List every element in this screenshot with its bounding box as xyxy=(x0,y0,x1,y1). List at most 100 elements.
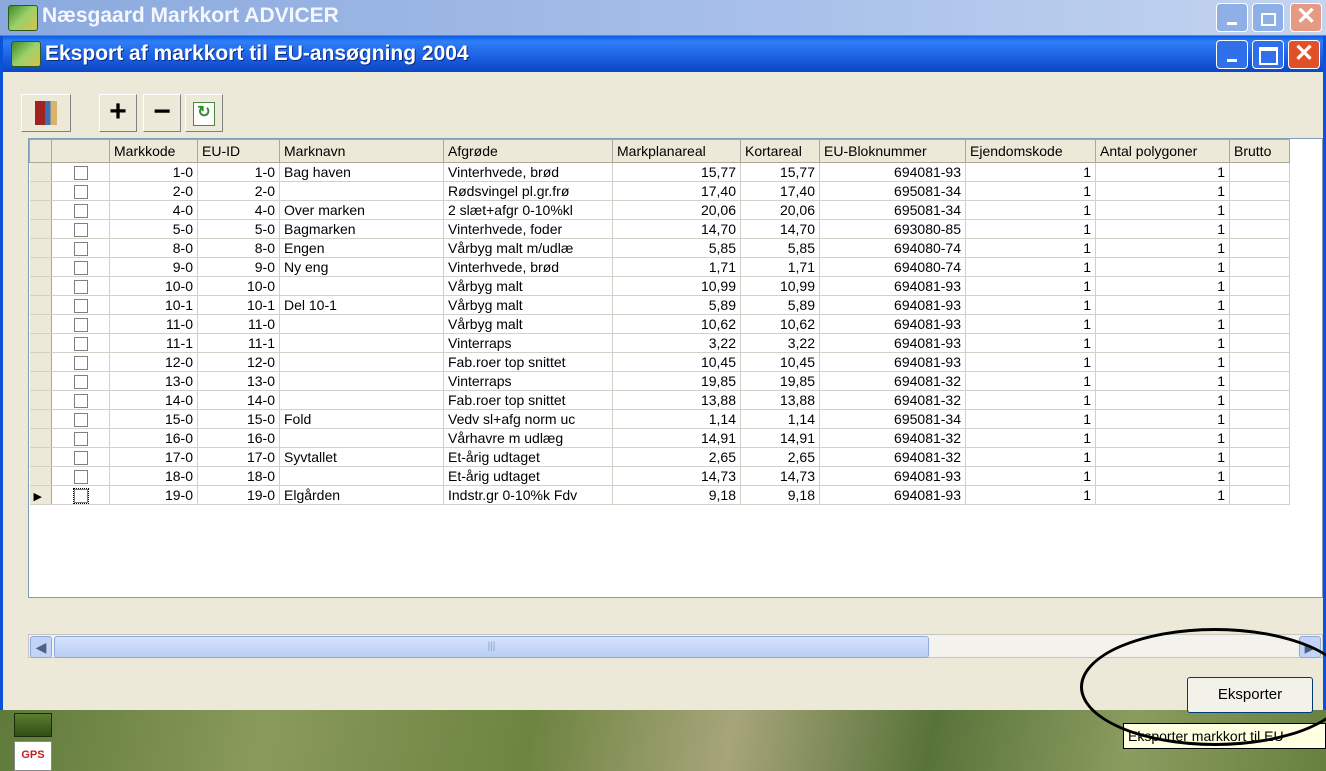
table-cell[interactable]: 1 xyxy=(965,181,1096,201)
table-cell[interactable]: 1,71 xyxy=(740,257,820,277)
row-checkbox[interactable] xyxy=(73,242,88,257)
row-checkbox[interactable] xyxy=(72,488,89,504)
table-cell[interactable]: 19,85 xyxy=(612,371,741,391)
table-cell[interactable]: 1 xyxy=(965,162,1096,182)
row-checkbox[interactable] xyxy=(73,356,88,371)
row-indicator[interactable] xyxy=(29,371,52,391)
table-cell[interactable]: 694081-32 xyxy=(819,428,966,448)
table-cell[interactable]: 14-0 xyxy=(197,390,280,410)
field-grid[interactable]: Markkode EU-ID Marknavn Afgrøde Markplan… xyxy=(28,138,1323,598)
table-cell[interactable] xyxy=(1229,181,1290,201)
table-cell[interactable]: 17,40 xyxy=(612,181,741,201)
window-close-button[interactable]: ✕ xyxy=(1288,40,1320,69)
table-cell[interactable]: 694081-93 xyxy=(819,295,966,315)
table-cell[interactable] xyxy=(1229,162,1290,182)
table-cell[interactable]: 1 xyxy=(1095,352,1230,372)
refresh-button[interactable]: ↻ xyxy=(185,94,223,132)
table-row[interactable]: 10-0 10-0 Vårbyg malt 10,99 10,99 694081-93 1 1 xyxy=(29,276,1290,296)
table-cell[interactable] xyxy=(1229,276,1290,296)
table-cell[interactable]: 19-0 xyxy=(197,485,280,505)
column-header[interactable]: Marknavn xyxy=(279,139,444,163)
table-cell[interactable] xyxy=(1229,428,1290,448)
row-checkbox[interactable] xyxy=(73,318,88,333)
table-cell[interactable]: 1 xyxy=(965,352,1096,372)
table-cell[interactable] xyxy=(1229,238,1290,258)
table-cell[interactable]: 1 xyxy=(965,257,1096,277)
table-cell[interactable]: 10,99 xyxy=(740,276,820,296)
table-cell[interactable]: 694081-32 xyxy=(819,390,966,410)
table-cell[interactable]: 9,18 xyxy=(612,485,741,505)
table-cell[interactable]: Vårbyg malt m/udlæ xyxy=(443,238,613,258)
row-checkbox[interactable] xyxy=(73,337,88,352)
row-indicator[interactable] xyxy=(29,162,52,182)
table-row[interactable]: 11-1 11-1 Vinterraps 3,22 3,22 694081-93 1 1 xyxy=(29,333,1290,353)
scrollbar-thumb[interactable]: ||| xyxy=(54,636,929,658)
row-indicator[interactable] xyxy=(29,181,52,201)
row-checkbox[interactable] xyxy=(73,280,88,295)
table-cell[interactable]: 1 xyxy=(965,409,1096,429)
table-cell[interactable]: 10,62 xyxy=(740,314,820,334)
table-cell[interactable]: 16-0 xyxy=(109,428,198,448)
table-row[interactable]: 14-0 14-0 Fab.roer top snittet 13,88 13,88 69… xyxy=(29,390,1290,410)
table-cell[interactable] xyxy=(279,333,444,353)
app-minimize-button[interactable] xyxy=(1216,3,1248,32)
table-cell[interactable]: 13,88 xyxy=(612,390,741,410)
row-checkbox[interactable] xyxy=(73,470,88,485)
table-cell[interactable]: 1 xyxy=(1095,333,1230,353)
table-cell[interactable]: 17-0 xyxy=(109,447,198,467)
table-cell[interactable]: 14,91 xyxy=(740,428,820,448)
table-cell[interactable]: 4-0 xyxy=(197,200,280,220)
table-cell[interactable]: Indstr.gr 0-10%k Fdv xyxy=(443,485,613,505)
row-checkbox[interactable] xyxy=(73,185,88,200)
table-cell[interactable]: Syvtallet xyxy=(279,447,444,467)
table-cell[interactable]: Fab.roer top snittet xyxy=(443,390,613,410)
table-cell[interactable]: 694081-93 xyxy=(819,352,966,372)
table-cell[interactable] xyxy=(1229,295,1290,315)
table-cell[interactable]: 14,73 xyxy=(740,466,820,486)
table-cell[interactable]: 11-0 xyxy=(109,314,198,334)
table-cell[interactable]: 694081-93 xyxy=(819,466,966,486)
table-cell[interactable]: 19-0 xyxy=(109,485,198,505)
table-cell[interactable]: 694081-93 xyxy=(819,314,966,334)
table-cell[interactable]: Engen xyxy=(279,238,444,258)
table-cell[interactable]: Over marken xyxy=(279,200,444,220)
table-cell[interactable]: 1 xyxy=(965,276,1096,296)
row-checkbox[interactable] xyxy=(73,261,88,276)
table-cell[interactable] xyxy=(279,428,444,448)
table-row[interactable]: 11-0 11-0 Vårbyg malt 10,62 10,62 694081-93 1 1 xyxy=(29,314,1290,334)
table-cell[interactable]: 694081-32 xyxy=(819,447,966,467)
column-header[interactable]: Antal polygoner xyxy=(1095,139,1230,163)
row-indicator[interactable] xyxy=(29,276,52,296)
table-cell[interactable] xyxy=(1229,257,1290,277)
column-header[interactable]: Kortareal xyxy=(740,139,820,163)
row-checkbox[interactable] xyxy=(73,432,88,447)
table-cell[interactable]: 9,18 xyxy=(740,485,820,505)
table-cell[interactable]: 14,70 xyxy=(612,219,741,239)
row-indicator[interactable] xyxy=(29,257,52,277)
add-row-button[interactable]: + xyxy=(99,94,137,132)
app-restore-button[interactable] xyxy=(1252,3,1284,32)
table-cell[interactable]: 12-0 xyxy=(109,352,198,372)
row-checkbox[interactable] xyxy=(73,299,88,314)
table-cell[interactable]: 14,73 xyxy=(612,466,741,486)
table-cell[interactable]: 11-1 xyxy=(197,333,280,353)
gps-icon[interactable]: GPS xyxy=(14,741,52,771)
table-cell[interactable]: 9-0 xyxy=(197,257,280,277)
app-close-button[interactable]: ✕ xyxy=(1290,3,1322,32)
table-cell[interactable] xyxy=(1229,200,1290,220)
table-cell[interactable]: 1 xyxy=(1095,390,1230,410)
table-cell[interactable]: 5-0 xyxy=(197,219,280,239)
table-cell[interactable]: 1 xyxy=(1095,181,1230,201)
table-cell[interactable]: 2-0 xyxy=(197,181,280,201)
table-cell[interactable]: 1 xyxy=(965,238,1096,258)
table-cell[interactable]: 1 xyxy=(1095,371,1230,391)
table-cell[interactable]: 1 xyxy=(1095,466,1230,486)
table-cell[interactable] xyxy=(1229,219,1290,239)
table-cell[interactable]: 1 xyxy=(1095,295,1230,315)
table-cell[interactable]: 693080-85 xyxy=(819,219,966,239)
row-indicator[interactable] xyxy=(29,238,52,258)
table-cell[interactable]: 17-0 xyxy=(197,447,280,467)
table-cell[interactable]: 1 xyxy=(965,447,1096,467)
table-cell[interactable] xyxy=(1229,466,1290,486)
table-cell[interactable] xyxy=(1229,447,1290,467)
